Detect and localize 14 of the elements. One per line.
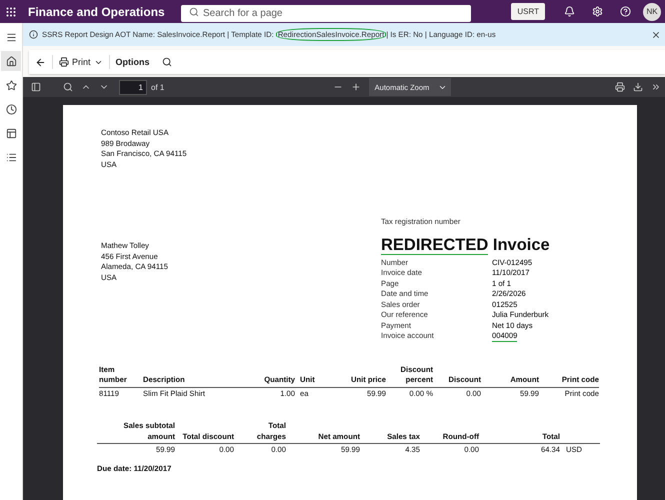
printer-icon: [59, 57, 69, 67]
page-count: of 1: [151, 82, 164, 92]
search-icon[interactable]: [189, 6, 199, 16]
home-icon[interactable]: [1, 51, 21, 71]
search-field[interactable]: Search for a page: [181, 5, 471, 22]
app-title: Finance and Operations: [28, 4, 166, 18]
page-number-field[interactable]: 1: [119, 80, 147, 94]
print-button[interactable]: Print: [53, 50, 109, 74]
user-avatar[interactable]: NK: [643, 2, 661, 20]
back-icon[interactable]: [35, 56, 46, 68]
info-icon: [29, 30, 38, 39]
company-button[interactable]: USRT: [511, 3, 545, 20]
options-button[interactable]: Options: [110, 50, 156, 74]
invoice-title: REDIRECTED Invoice: [381, 234, 551, 254]
